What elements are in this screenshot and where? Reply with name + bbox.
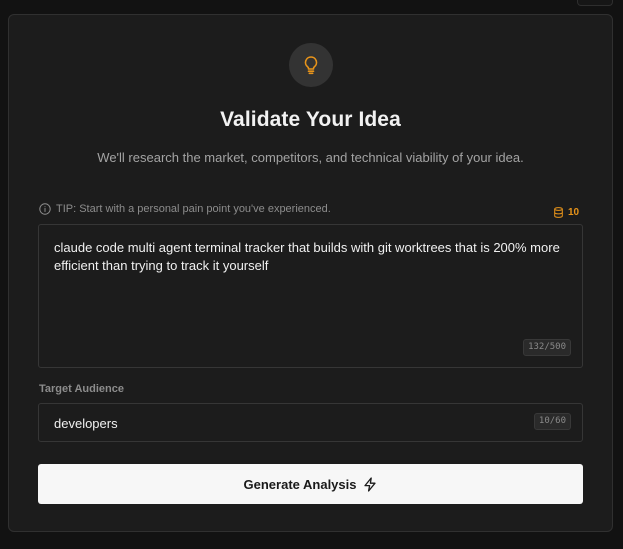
- validate-idea-card: Validate Your Idea We'll research the ma…: [8, 14, 613, 532]
- idea-char-counter: 132/500: [523, 339, 571, 356]
- top-corner-button[interactable]: [577, 0, 613, 6]
- page-title: Validate Your Idea: [220, 108, 401, 131]
- lightbulb-badge: [289, 43, 333, 87]
- credits-value: 10: [568, 207, 580, 218]
- idea-textarea[interactable]: claude code multi agent terminal tracker…: [38, 224, 583, 368]
- lightbulb-icon: [304, 56, 318, 75]
- database-icon: [554, 207, 563, 218]
- audience-char-counter: 10/60: [533, 413, 571, 430]
- generate-analysis-label: Generate Analysis: [243, 476, 357, 492]
- info-icon: [39, 203, 51, 215]
- idea-text[interactable]: claude code multi agent terminal tracker…: [54, 239, 564, 275]
- tip-hint: TIP: Start with a personal pain point yo…: [39, 203, 331, 215]
- credits-badge: 10: [554, 207, 579, 218]
- audience-input[interactable]: developers 10/60: [38, 403, 583, 442]
- page-subtitle: We'll research the market, competitors, …: [97, 150, 524, 165]
- generate-analysis-button[interactable]: Generate Analysis: [38, 464, 583, 504]
- tip-text: TIP: Start with a personal pain point yo…: [56, 203, 331, 215]
- lightning-icon: [364, 476, 377, 492]
- audience-label: Target Audience: [39, 383, 124, 395]
- audience-value[interactable]: developers: [54, 416, 118, 431]
